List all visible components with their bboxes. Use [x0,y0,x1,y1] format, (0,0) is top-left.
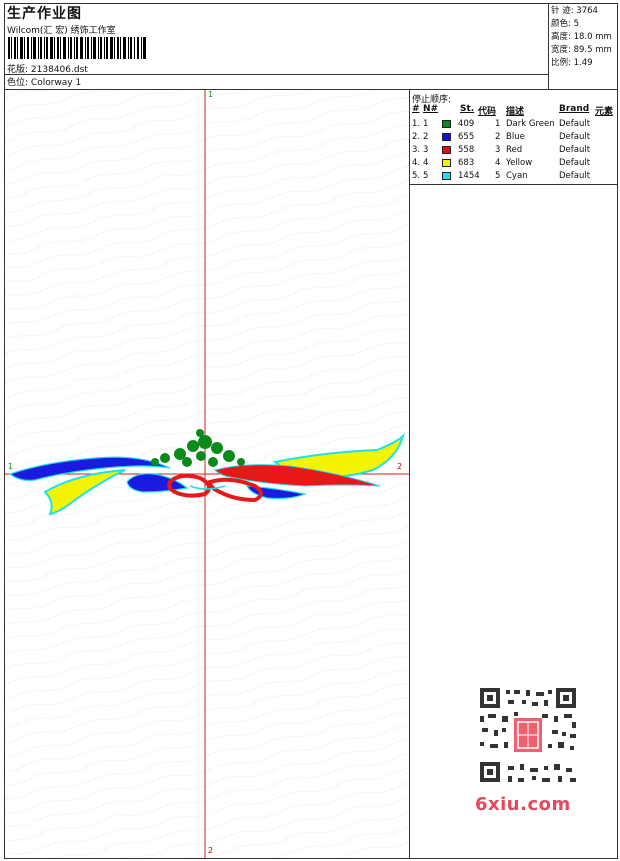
stat-stitches: 针 迹: 3764 [551,6,598,16]
row-brand: Default [559,132,591,142]
row-needle: 2 [423,132,429,142]
row-brand: Default [559,171,591,181]
barcode-icon [8,37,146,59]
col-element: 元素 [595,107,614,117]
guide-marker-left: 1 [8,462,14,471]
production-sheet: 生产作业图 Wilcom(汇 宏) 绣饰工作室 花版: 2138406.dst … [4,3,618,859]
guide-marker-bottom: 2 [208,846,214,855]
watermark-site: 6xiu.com [475,794,571,815]
row-needle: 3 [423,145,429,155]
table-row: 5. 5 1454 5 Cyan Default [410,170,617,183]
row-index: 2. [412,132,421,142]
row-index: 1. [412,119,421,129]
row-description: Blue [506,132,525,142]
color-swatch [442,133,451,141]
row-description: Cyan [506,171,528,181]
row-description: Red [506,145,523,155]
col-index: # [412,104,420,114]
row-brand: Default [559,158,591,168]
divider [5,74,548,75]
row-code: 5 [495,171,501,181]
color-swatch [442,146,451,154]
table-row: 1. 1 409 1 Dark Green Default [410,118,617,131]
table-row: 3. 3 558 3 Red Default [410,144,617,157]
design-stats: 针 迹: 3764 颜色: 5 高度: 18.0 mm 宽度: 89.5 mm … [548,4,617,89]
row-code: 4 [495,158,501,168]
row-stitches: 683 [458,158,475,168]
embroidery-canvas [5,90,409,858]
row-index: 4. [412,158,421,168]
qr-code-watermark [472,682,584,812]
row-needle: 4 [423,158,429,168]
color-swatch [442,172,451,180]
design-preview: 1 2 1 2 [5,90,410,858]
row-brand: Default [559,119,591,129]
row-needle: 5 [423,171,429,181]
table-header: # N# St. 代码 描述 Brand 元素 [410,104,617,117]
row-index: 3. [412,145,421,155]
stat-colors: 颜色: 5 [551,19,579,29]
col-needle: N# [423,104,439,114]
col-stitches: St. [460,104,475,114]
colorway-line: 色位: Colorway 1 [7,75,81,88]
colorway-name: Colorway 1 [30,78,82,88]
qr-code-icon [472,682,584,790]
table-row: 4. 4 683 4 Yellow Default [410,157,617,170]
row-brand: Default [559,145,591,155]
divider [410,184,617,185]
row-code: 1 [495,119,501,129]
header-info: 生产作业图 Wilcom(汇 宏) 绣饰工作室 花版: 2138406.dst … [5,4,548,89]
row-index: 5. [412,171,421,181]
colorway-label: 色位: [7,78,29,88]
col-brand: Brand [559,104,590,114]
studio-name: Wilcom(汇 宏) 绣饰工作室 [7,26,116,36]
page-title: 生产作业图 [7,6,82,22]
col-code: 代码 [478,107,497,117]
stat-scale: 比例: 1.49 [551,58,593,68]
stat-height: 高度: 18.0 mm [551,32,612,42]
col-description: 描述 [506,107,525,117]
table-body: 1. 1 409 1 Dark Green Default 2. 2 655 2 Blue Defau… [410,118,617,183]
color-swatch [442,159,451,167]
row-description: Dark Green [506,119,555,129]
row-stitches: 1454 [458,171,480,181]
row-description: Yellow [506,158,533,168]
row-needle: 1 [423,119,429,129]
row-stitches: 558 [458,145,475,155]
guide-marker-top: 1 [208,90,214,99]
row-code: 3 [495,145,501,155]
table-row: 2. 2 655 2 Blue Default [410,131,617,144]
row-stitches: 655 [458,132,475,142]
guide-marker-right: 2 [397,462,403,471]
row-code: 2 [495,132,501,142]
color-swatch [442,120,451,128]
stat-width: 宽度: 89.5 mm [551,45,612,55]
row-stitches: 409 [458,119,475,129]
